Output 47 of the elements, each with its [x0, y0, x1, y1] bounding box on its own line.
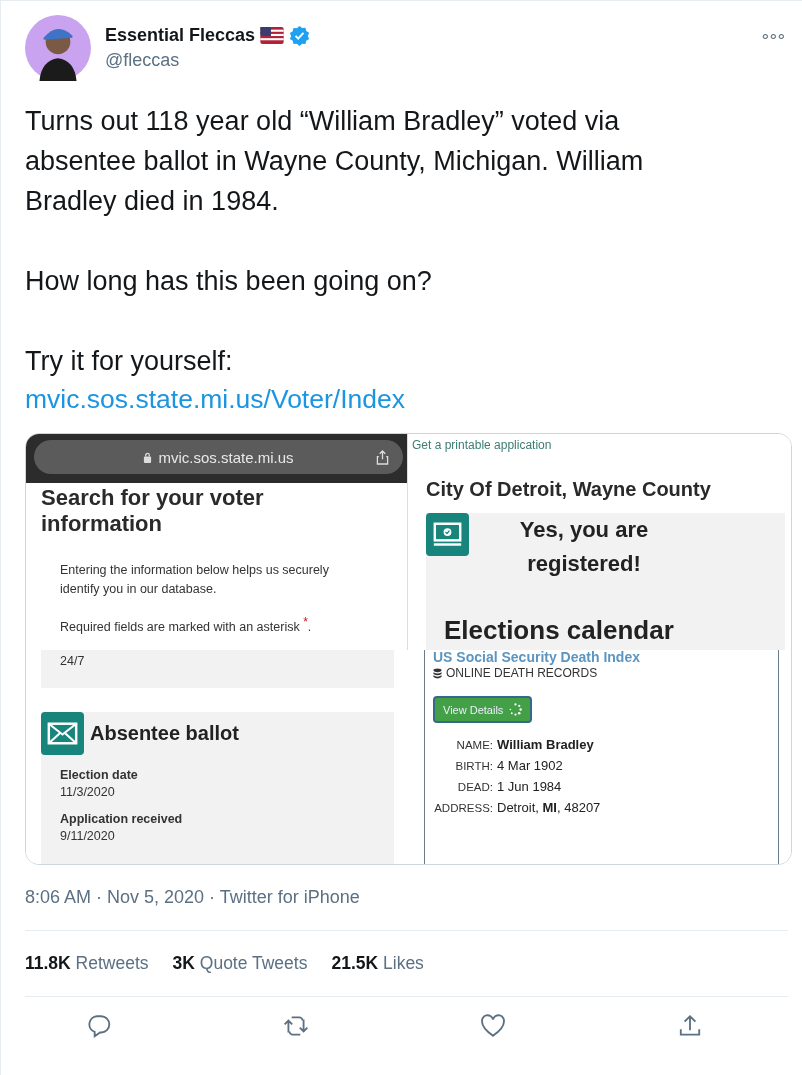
database-icon	[433, 667, 442, 679]
section-heading: Elections calendar	[444, 615, 675, 647]
record-label: DEAD:	[456, 781, 493, 793]
field-value: 11/3/2020	[60, 784, 116, 801]
intro-text: Entering the information below helps us securely identify you in our database.	[60, 562, 330, 598]
field-label: Election date	[60, 767, 139, 784]
like-icon	[479, 1013, 506, 1039]
location-heading: City Of Detroit, Wayne County	[425, 477, 712, 501]
printable-application-link[interactable]: Get a printable application	[408, 434, 791, 452]
tweet-timestamp[interactable]: 8:06 AM · Nov 5, 2020 · Twitter for iPhone	[25, 887, 788, 931]
record-label: NAME:	[455, 739, 493, 751]
image-collage[interactable]	[25, 433, 792, 865]
spinner-icon	[509, 703, 523, 716]
reply-icon	[86, 1013, 113, 1039]
record-value: William Bradley	[497, 737, 595, 752]
author-handle[interactable]: @fleccas	[105, 50, 740, 71]
address-field[interactable]: mvic.sos.state.mi.us	[34, 440, 403, 474]
field-value: 9/11/2020	[60, 828, 116, 845]
envelope-icon	[41, 712, 84, 755]
record-value: Detroit, MI, 48207	[497, 800, 601, 815]
record-label: BIRTH:	[454, 760, 493, 772]
share-icon[interactable]	[376, 449, 389, 465]
stat-link[interactable]: 3K Quote Tweets	[172, 953, 308, 974]
tweet-text: Turns out 118 year old “William Bradley” voted via absentee ballot in Wayne County, Michigan. William Bradley died in 1984.	[25, 105, 645, 218]
page-heading: Search for your voter information	[41, 485, 265, 537]
card-title: Absentee ballot	[90, 722, 239, 745]
more-button[interactable]: ∘∘∘	[754, 15, 790, 56]
record-label: ADDRESS:	[433, 802, 493, 814]
hours-text: 24/7	[60, 654, 85, 668]
stat-link[interactable]: 21.5K Likes	[331, 953, 424, 974]
tweet-text: How long has this been going on?	[25, 265, 433, 298]
stat-link[interactable]: 11.8K Retweets	[25, 953, 149, 974]
view-details-button[interactable]: View Details	[433, 696, 533, 723]
author-name[interactable]: Essential Fleccas	[105, 25, 256, 46]
field-label: Application received	[60, 811, 184, 828]
tweet-link[interactable]: mvic.sos.state.mi.us/Voter/Index	[25, 381, 737, 417]
record-value: 4 Mar 1902	[497, 758, 564, 773]
avatar[interactable]	[25, 15, 91, 81]
lock-icon	[143, 451, 153, 463]
monitor-check-icon	[426, 513, 469, 556]
registration-status: Yes, you are registered!	[518, 516, 650, 578]
records-subtitle: ONLINE DEATH RECORDS	[446, 666, 598, 680]
tweet-text: Try it for yourself:	[25, 345, 234, 378]
flag-icon	[260, 27, 285, 44]
record-value: 1 Jun 1984	[497, 779, 563, 794]
retweet-icon	[283, 1013, 310, 1039]
index-title[interactable]: US Social Security Death Index	[433, 650, 778, 664]
